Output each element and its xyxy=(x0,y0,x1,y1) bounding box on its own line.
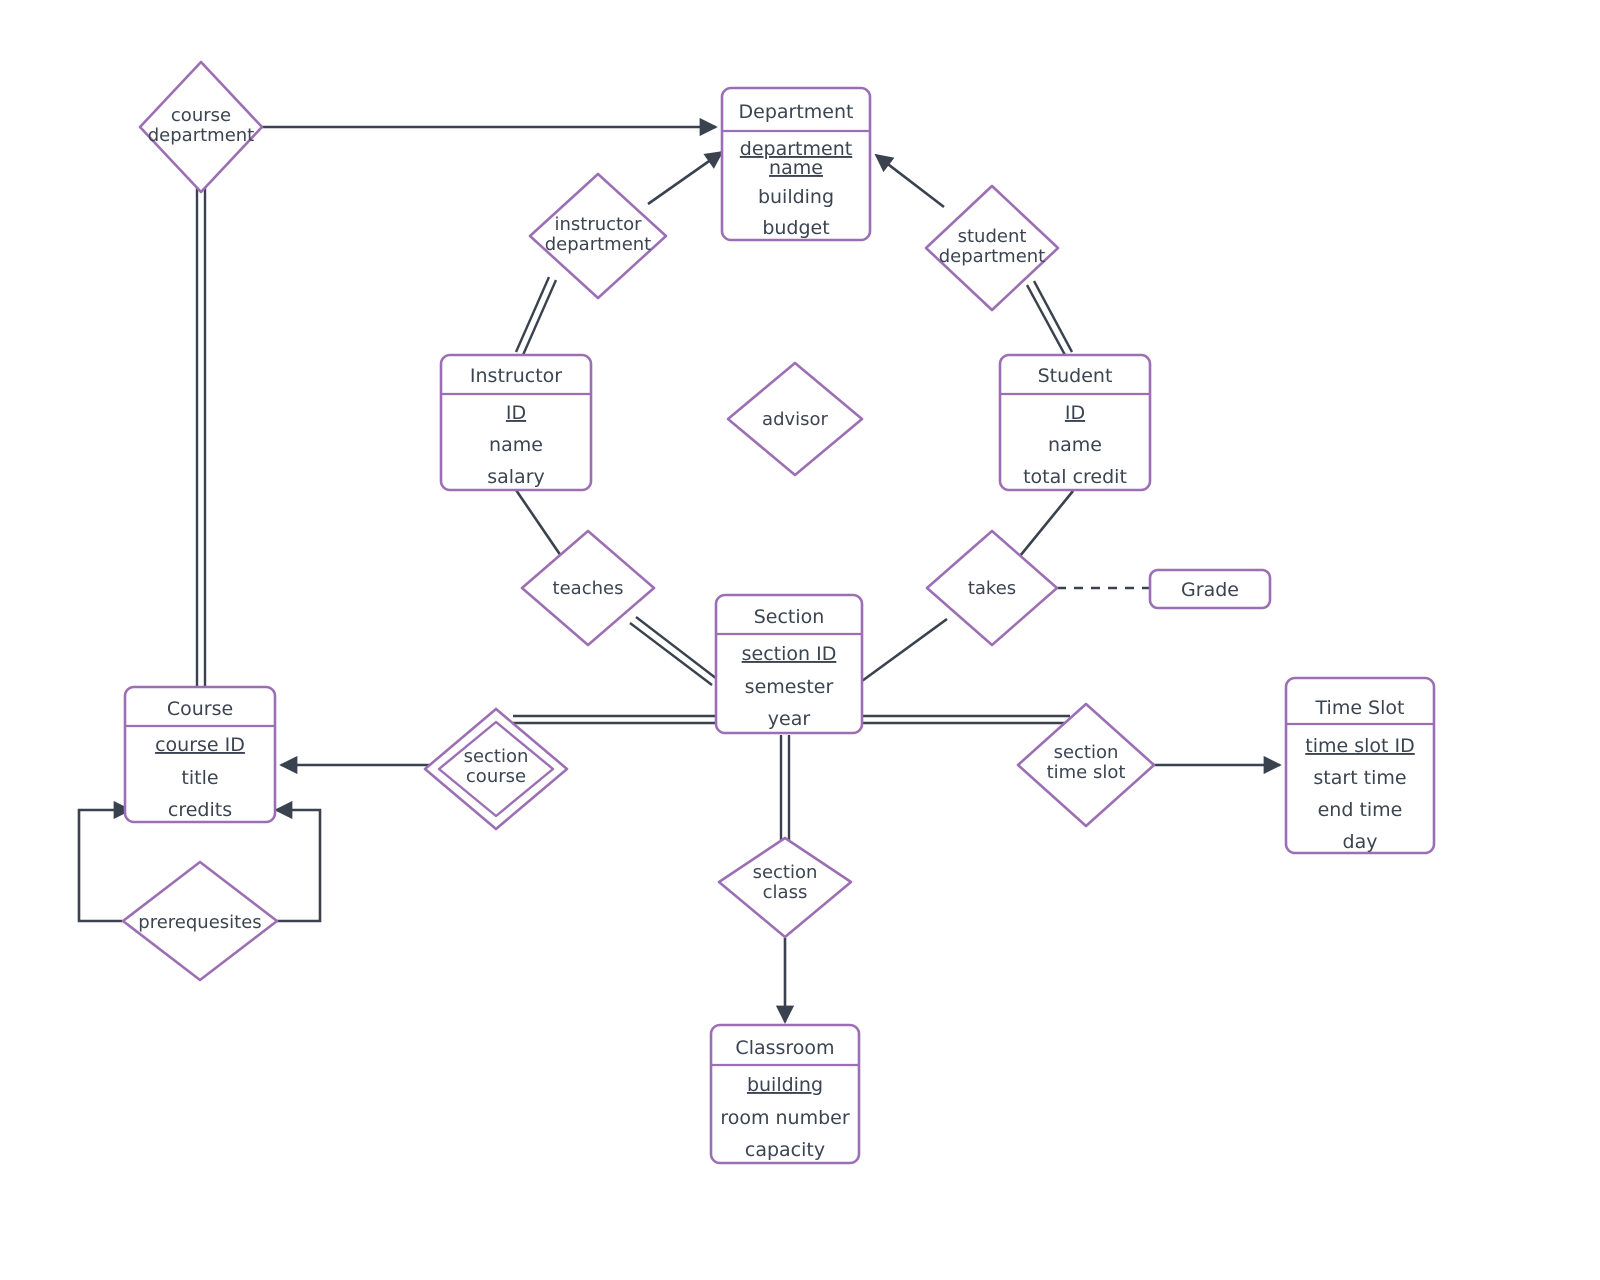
edge-instructor-to-instructor-department-b xyxy=(521,279,558,356)
relationship-course-department-label-2: department xyxy=(148,125,255,146)
relationship-section-course-label-1: section xyxy=(464,746,529,767)
relationship-teaches[interactable]: teaches xyxy=(520,529,656,647)
relationship-section-time-slot-label-1: section xyxy=(1054,742,1119,763)
relationship-student-department-label-1: student xyxy=(958,226,1027,247)
attribute-grade-label: Grade xyxy=(1181,579,1239,601)
relationship-instructor-department-label-2: department xyxy=(545,234,652,255)
entity-student-attr-0: ID xyxy=(1065,402,1085,424)
entity-course-attr-0: course ID xyxy=(155,734,245,756)
entity-section[interactable]: Section section ID semester year xyxy=(714,593,864,735)
edge-prerequesites-right xyxy=(274,800,322,923)
relationship-section-time-slot-label-2: time slot xyxy=(1047,762,1126,783)
relationship-instructor-department[interactable]: instructor department xyxy=(528,172,668,300)
relationship-section-class-label-2: class xyxy=(763,882,808,903)
edge-student-to-takes xyxy=(1018,490,1075,557)
edge-instructor-to-teaches xyxy=(514,489,563,557)
entity-course[interactable]: Course course ID title credits xyxy=(123,685,277,824)
edge-instructor-to-instructor-department-a xyxy=(514,276,551,353)
relationship-section-course-label-2: course xyxy=(466,766,526,787)
entity-course-title: Course xyxy=(167,698,233,720)
entity-time-slot-attr-2: end time xyxy=(1318,799,1403,821)
entity-student-attr-2: total credit xyxy=(1023,466,1127,488)
edge-student-department-to-department xyxy=(874,153,945,209)
relationship-course-department[interactable]: course department xyxy=(138,60,264,194)
entity-course-attr-2: credits xyxy=(168,799,232,821)
entity-classroom-attr-2: capacity xyxy=(745,1139,825,1161)
relationship-prerequesites[interactable]: prerequesites xyxy=(121,860,279,982)
entity-time-slot[interactable]: Time Slot time slot ID start time end ti… xyxy=(1284,676,1436,855)
entity-classroom-attr-1: room number xyxy=(720,1107,850,1129)
entity-student-attr-1: name xyxy=(1048,434,1102,456)
edge-student-to-student-department-a xyxy=(1032,280,1074,353)
edge-prerequesites-left xyxy=(77,800,132,923)
entity-student-title: Student xyxy=(1038,365,1113,387)
edge-student-to-student-department-b xyxy=(1025,284,1067,356)
er-diagram-svg: Department department name building budg… xyxy=(77,60,1436,1165)
edge-teaches-to-section-b xyxy=(629,622,713,686)
entity-section-attr-2: year xyxy=(768,708,811,730)
entity-department[interactable]: Department department name building budg… xyxy=(720,86,872,242)
entity-department-attr-0b: name xyxy=(769,157,823,179)
relationship-section-class-label-1: section xyxy=(753,862,818,883)
connectors xyxy=(77,117,1282,1024)
entity-classroom-attr-0: building xyxy=(747,1074,823,1096)
relationship-student-department[interactable]: student department xyxy=(924,184,1060,312)
entity-classroom[interactable]: Classroom building room number capacity xyxy=(709,1023,861,1165)
entity-department-attr-2: budget xyxy=(762,217,829,239)
attribute-grade[interactable]: Grade xyxy=(1148,568,1272,610)
relationship-section-class[interactable]: section class xyxy=(717,836,853,939)
relationship-takes[interactable]: takes xyxy=(925,529,1059,647)
relationship-advisor-label-1: advisor xyxy=(762,409,829,430)
relationship-prerequesites-label-1: prerequesites xyxy=(138,912,261,933)
edge-teaches-to-section-a xyxy=(635,616,718,680)
entity-section-attr-1: semester xyxy=(745,676,834,698)
relationship-section-course[interactable]: section course xyxy=(423,707,569,831)
entity-instructor-attr-2: salary xyxy=(487,466,545,488)
relationship-course-department-label-1: course xyxy=(171,105,231,126)
entity-section-title: Section xyxy=(754,606,825,628)
edge-instructor-department-to-department xyxy=(647,150,724,206)
entity-department-attr-1: building xyxy=(758,186,834,208)
entity-time-slot-title: Time Slot xyxy=(1315,697,1405,719)
entity-student[interactable]: Student ID name total credit xyxy=(998,353,1152,492)
er-diagram-canvas: Department department name building budg… xyxy=(0,0,1600,1280)
relationship-student-department-label-2: department xyxy=(939,246,1046,267)
entity-time-slot-attr-0: time slot ID xyxy=(1305,735,1415,757)
entity-instructor-title: Instructor xyxy=(470,365,562,387)
entity-section-attr-0: section ID xyxy=(742,643,837,665)
entity-instructor-attr-1: name xyxy=(489,434,543,456)
entity-department-title: Department xyxy=(739,101,854,123)
entity-time-slot-attr-3: day xyxy=(1343,831,1378,853)
entity-time-slot-attr-1: start time xyxy=(1313,767,1406,789)
relationship-instructor-department-label-1: instructor xyxy=(554,214,642,235)
entity-classroom-title: Classroom xyxy=(735,1037,834,1059)
entity-instructor[interactable]: Instructor ID name salary xyxy=(439,353,593,492)
entity-course-attr-1: title xyxy=(181,767,218,789)
edge-takes-to-section xyxy=(861,617,948,683)
relationship-takes-label-1: takes xyxy=(968,578,1016,599)
relationship-advisor[interactable]: advisor xyxy=(726,361,864,477)
relationship-teaches-label-1: teaches xyxy=(553,578,624,599)
entity-instructor-attr-0: ID xyxy=(506,402,526,424)
